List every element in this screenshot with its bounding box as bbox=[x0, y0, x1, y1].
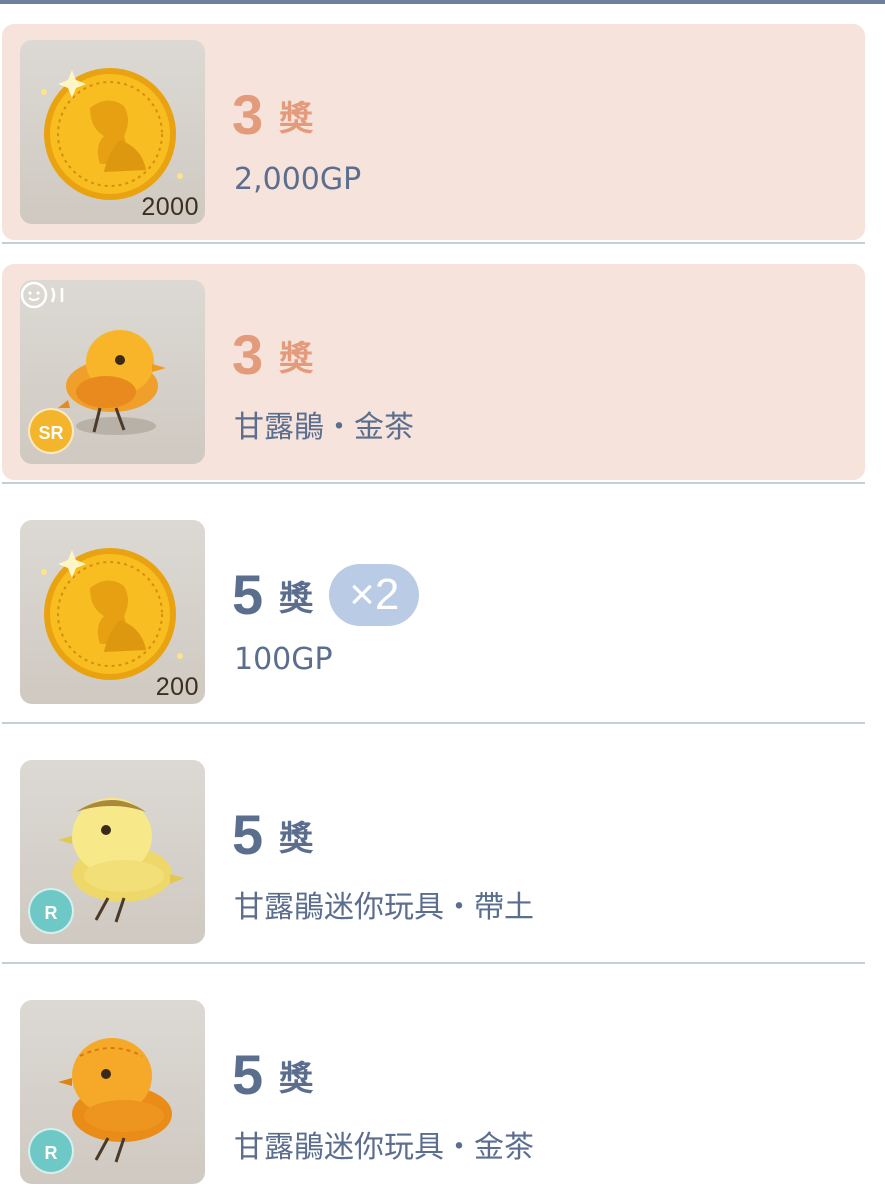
prize-name: 甘露鵑迷你玩具・帶土 bbox=[234, 890, 534, 925]
prize-row[interactable]: 2000 3 獎 2,000GP bbox=[0, 4, 885, 244]
rank-number: 5 bbox=[232, 803, 264, 866]
rank-number: 3 bbox=[232, 83, 264, 146]
rarity-badge: R bbox=[28, 888, 74, 934]
prize-rank: 5 獎 ×2 bbox=[232, 562, 420, 628]
rank-number: 5 bbox=[232, 563, 264, 626]
rank-unit: 獎 bbox=[279, 578, 314, 619]
prize-name: 2,000GP bbox=[234, 162, 362, 197]
prize-row[interactable]: SR 3 獎 甘露鵑・金茶 bbox=[0, 244, 885, 484]
coin-amount-label: 200 bbox=[155, 673, 199, 701]
sound-icon[interactable] bbox=[20, 280, 70, 310]
prize-rank: 5 獎 bbox=[232, 802, 313, 868]
rank-unit: 獎 bbox=[279, 1058, 314, 1099]
prize-thumbnail[interactable]: R bbox=[20, 760, 205, 944]
quantity-multiplier-badge: ×2 bbox=[329, 564, 420, 626]
prize-name: 甘露鵑・金茶 bbox=[234, 410, 414, 445]
prize-thumbnail[interactable]: 2000 bbox=[20, 40, 205, 224]
rank-unit: 獎 bbox=[279, 338, 314, 379]
prize-rank: 3 獎 bbox=[232, 82, 313, 148]
prize-list: 2000 3 獎 2,000GP SR 3 獎 甘露鵑・金茶 200 5 獎 ×… bbox=[0, 4, 885, 1204]
rarity-badge: R bbox=[28, 1128, 74, 1174]
prize-thumbnail[interactable]: 200 bbox=[20, 520, 205, 704]
prize-row[interactable]: R 5 獎 甘露鵑迷你玩具・帶土 bbox=[0, 724, 885, 964]
prize-name: 100GP bbox=[234, 642, 333, 677]
rank-unit: 獎 bbox=[279, 818, 314, 859]
coin-amount-label: 2000 bbox=[141, 193, 199, 221]
prize-rank: 5 獎 bbox=[232, 1042, 313, 1108]
rarity-badge: SR bbox=[28, 408, 74, 454]
prize-rank: 3 獎 bbox=[232, 322, 313, 388]
rank-number: 3 bbox=[232, 323, 264, 386]
prize-row[interactable]: 200 5 獎 ×2 100GP bbox=[0, 484, 885, 724]
prize-row[interactable]: R 5 獎 甘露鵑迷你玩具・金茶 bbox=[0, 964, 885, 1204]
prize-thumbnail[interactable]: SR bbox=[20, 280, 205, 464]
rank-unit: 獎 bbox=[279, 98, 314, 139]
rank-number: 5 bbox=[232, 1043, 264, 1106]
prize-thumbnail[interactable]: R bbox=[20, 1000, 205, 1184]
prize-name: 甘露鵑迷你玩具・金茶 bbox=[234, 1130, 534, 1165]
